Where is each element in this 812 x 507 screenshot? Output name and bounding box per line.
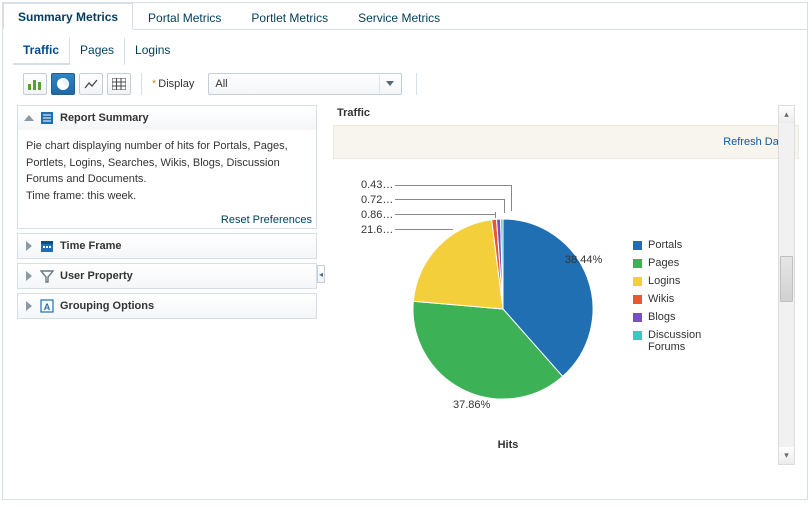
pane-splitter[interactable]: ◂ <box>317 105 325 469</box>
chart-xlabel: Hits <box>333 439 683 451</box>
pie-slice-label: 0.72… <box>361 194 393 206</box>
legend-label: Logins <box>648 275 680 287</box>
pie-slice-label: 21.6… <box>361 224 393 236</box>
panel-title: Grouping Options <box>60 300 154 312</box>
display-dropdown-value: All <box>215 78 227 90</box>
chevron-down-icon <box>379 75 399 93</box>
chart-pane: Traffic Refresh Data 0.43… 0.72… 0.86… 2… <box>325 105 799 469</box>
legend-swatch <box>633 277 642 286</box>
panel-grouping-options: A Grouping Options <box>17 293 317 319</box>
bar-chart-icon[interactable] <box>23 73 47 95</box>
panel-header-grouping-options[interactable]: A Grouping Options <box>18 294 316 318</box>
pie-chart-graphic <box>403 209 603 409</box>
toolbar-separator <box>416 73 417 95</box>
panel-header-report-summary[interactable]: Report Summary <box>18 106 316 130</box>
legend-item: Pages <box>633 257 728 269</box>
panel-title: Time Frame <box>60 240 122 252</box>
toolbar-separator <box>141 73 142 95</box>
panel-title: Report Summary <box>60 112 149 124</box>
chart-title: Traffic <box>333 105 799 125</box>
scroll-down-icon[interactable]: ▾ <box>779 447 794 464</box>
pie-slice-label: 0.43… <box>361 179 393 191</box>
sub-tabs: Traffic Pages Logins <box>3 30 807 65</box>
tab-portlet-metrics[interactable]: Portlet Metrics <box>236 4 343 30</box>
table-icon[interactable] <box>107 73 131 95</box>
display-dropdown[interactable]: All <box>208 73 402 95</box>
line-chart-icon[interactable] <box>79 73 103 95</box>
panel-header-time-frame[interactable]: Time Frame <box>18 234 316 258</box>
top-tabs: Summary Metrics Portal Metrics Portlet M… <box>3 3 807 30</box>
calendar-icon <box>40 239 54 253</box>
legend-item: Discussion Forums <box>633 329 728 353</box>
tab-service-metrics[interactable]: Service Metrics <box>343 4 455 30</box>
legend-swatch <box>633 259 642 268</box>
legend-label: Blogs <box>648 311 676 323</box>
filter-icon <box>40 269 54 283</box>
disclosure-closed-icon <box>24 301 36 311</box>
legend-label: Pages <box>648 257 679 269</box>
panel-user-property: User Property <box>17 263 317 289</box>
pie-slice-label: 38.44% <box>565 254 602 266</box>
legend-item: Portals <box>633 239 728 251</box>
scroll-thumb[interactable] <box>780 256 793 302</box>
legend-item: Logins <box>633 275 728 287</box>
legend-swatch <box>633 331 642 340</box>
report-summary-body: Pie chart displaying number of hits for … <box>18 130 316 212</box>
pie-slice-label: 0.86… <box>361 209 393 221</box>
chart-toolbar: *Display All <box>3 65 807 101</box>
disclosure-closed-icon <box>24 241 36 251</box>
display-label: *Display <box>152 78 194 90</box>
subtab-pages[interactable]: Pages <box>69 38 124 65</box>
scroll-up-icon[interactable]: ▴ <box>779 106 794 123</box>
subtab-logins[interactable]: Logins <box>124 38 180 65</box>
legend-swatch <box>633 295 642 304</box>
legend-label: Discussion Forums <box>648 329 728 353</box>
subtab-traffic[interactable]: Traffic <box>13 38 69 65</box>
pie-slice-label: 37.86% <box>453 399 490 411</box>
disclosure-open-icon <box>24 113 36 123</box>
panel-report-summary: Report Summary Pie chart displaying numb… <box>17 105 317 229</box>
panel-time-frame: Time Frame <box>17 233 317 259</box>
report-icon <box>40 111 54 125</box>
refresh-bar: Refresh Data <box>333 125 799 159</box>
panel-header-user-property[interactable]: User Property <box>18 264 316 288</box>
disclosure-closed-icon <box>24 271 36 281</box>
pie-chart: 0.43… 0.72… 0.86… 21.6… 38.44% 37.86% <box>333 159 799 469</box>
legend-label: Portals <box>648 239 682 251</box>
chart-legend: Portals Pages Logins Wikis Blogs Discussion F… <box>633 239 728 359</box>
svg-text:A: A <box>44 302 51 312</box>
grouping-icon: A <box>40 299 54 313</box>
legend-item: Blogs <box>633 311 728 323</box>
legend-swatch <box>633 313 642 322</box>
legend-swatch <box>633 241 642 250</box>
tab-portal-metrics[interactable]: Portal Metrics <box>133 4 236 30</box>
legend-item: Wikis <box>633 293 728 305</box>
reset-preferences-link[interactable]: Reset Preferences <box>18 212 316 228</box>
tab-summary-metrics[interactable]: Summary Metrics <box>3 3 133 30</box>
left-pane: Report Summary Pie chart displaying numb… <box>17 105 317 469</box>
legend-label: Wikis <box>648 293 674 305</box>
splitter-handle-icon[interactable]: ◂ <box>317 265 325 283</box>
vertical-scrollbar[interactable]: ▴ ▾ <box>778 105 795 465</box>
panel-title: User Property <box>60 270 133 282</box>
pie-chart-icon[interactable] <box>51 73 75 95</box>
